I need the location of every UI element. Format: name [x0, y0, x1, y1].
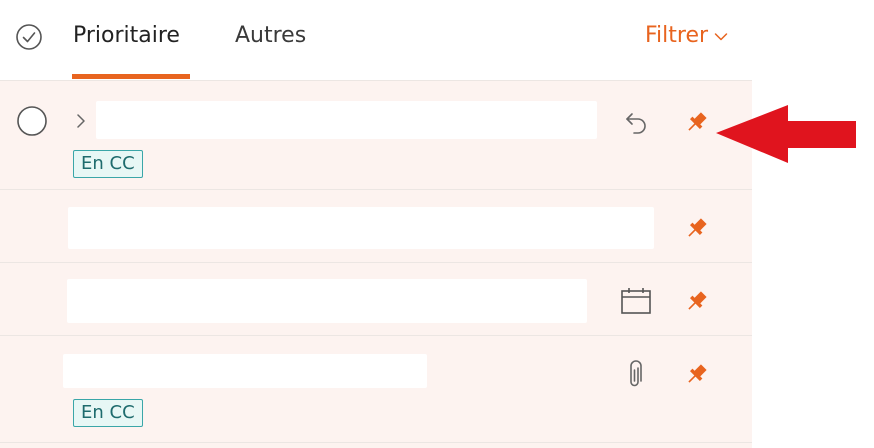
- message-list-panel: Prioritaire Autres Filtrer En CC En CC: [0, 0, 752, 448]
- select-circle-icon[interactable]: [16, 105, 48, 137]
- chevron-right-icon[interactable]: [74, 112, 88, 130]
- paperclip-icon: [630, 360, 642, 387]
- pin-icon[interactable]: [681, 108, 711, 138]
- message-preview-redacted: [68, 207, 654, 249]
- cc-badge: En CC: [73, 399, 143, 427]
- message-row[interactable]: [0, 263, 752, 336]
- message-preview-redacted: [63, 354, 427, 388]
- red-arrow-icon: [716, 105, 856, 163]
- pin-icon[interactable]: [681, 360, 711, 390]
- filter-label: Filtrer: [645, 23, 709, 48]
- chevron-down-icon: [714, 33, 728, 41]
- message-preview-redacted: [96, 101, 597, 139]
- check-circle-icon[interactable]: [15, 23, 43, 51]
- calendar-icon: [621, 288, 651, 314]
- tab-prioritaire[interactable]: Prioritaire: [73, 21, 180, 51]
- message-row[interactable]: En CC: [0, 81, 752, 190]
- active-tab-indicator: [72, 74, 190, 79]
- pin-icon[interactable]: [681, 287, 711, 317]
- message-row[interactable]: [0, 190, 752, 263]
- message-preview-redacted: [67, 279, 587, 323]
- cc-badge: En CC: [73, 150, 143, 178]
- message-row[interactable]: En CC: [0, 336, 752, 443]
- filter-button[interactable]: Filtrer: [645, 20, 728, 52]
- tab-autres[interactable]: Autres: [235, 21, 306, 51]
- list-header: Prioritaire Autres Filtrer: [0, 0, 752, 81]
- pin-icon[interactable]: [681, 214, 711, 244]
- reply-icon[interactable]: [624, 110, 650, 136]
